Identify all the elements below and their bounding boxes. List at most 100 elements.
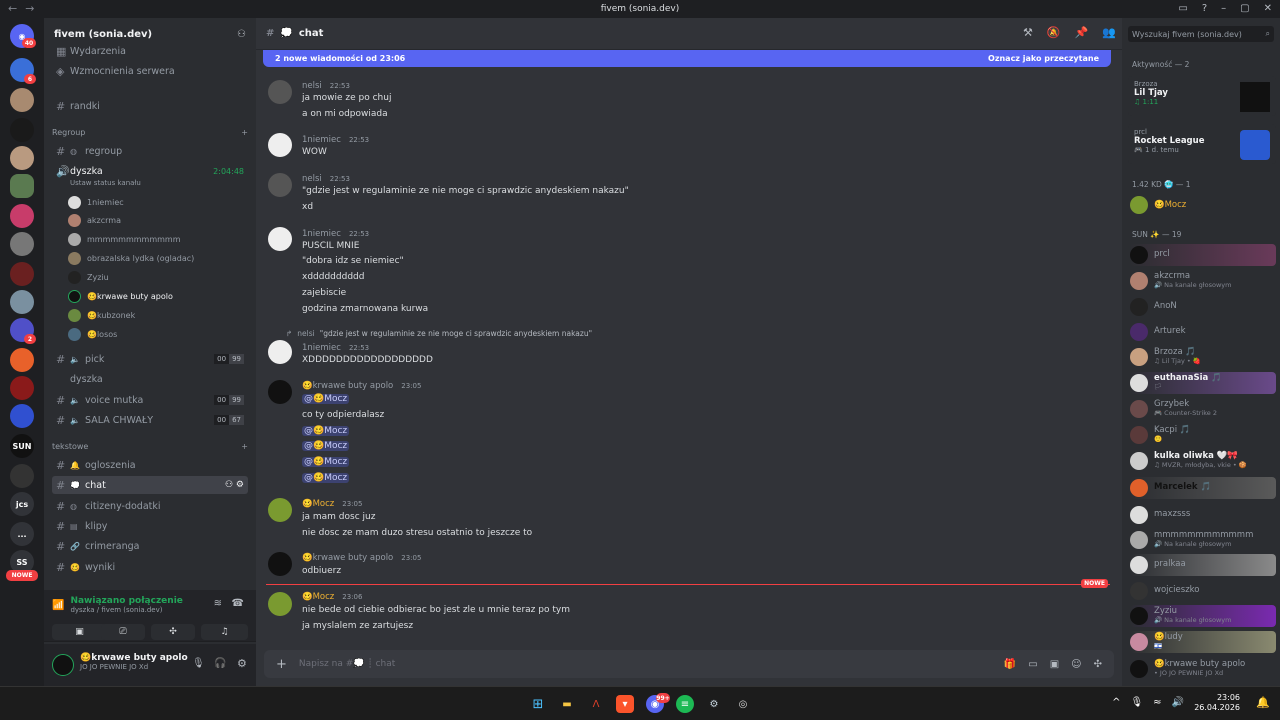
message-avatar[interactable] [268,340,292,364]
user-mention[interactable]: @🥴Mocz [302,473,350,483]
nowe-badge[interactable]: NOWE [6,570,38,581]
channel-crimeranga[interactable]: # 🔗 crimeranga [52,537,248,555]
screenshare-button[interactable]: ⎚ [101,624,145,640]
activity-card[interactable]: Brzoza Lil Tjay ♫ 1:11 [1128,76,1276,116]
server-icon[interactable] [10,464,34,488]
spotify-icon[interactable]: ≡ [676,695,694,713]
member-item[interactable]: pralkaa [1130,554,1276,576]
minimize-icon[interactable]: – [1221,3,1226,14]
voice-user[interactable]: 🥴losos [68,326,117,342]
channel-klipy[interactable]: # ▤ klipy [52,517,248,535]
message-author[interactable]: 🥴krwawe buty apolo [302,381,393,391]
boosts-item[interactable]: ◈ Wzmocnienia serwera [52,62,248,80]
voice-user[interactable]: obrazalska lydka (ogladac) [68,250,194,266]
server-icon[interactable] [10,232,34,256]
member-item[interactable]: Grzybek 🎮 Counter-Strike 2 [1130,398,1276,420]
user-avatar[interactable] [52,654,74,676]
voice-channel-sala[interactable]: # 🔈 SALA CHWAŁY 00 67 [52,411,248,429]
pin-icon[interactable]: 📌 [1075,26,1089,39]
message-avatar[interactable] [268,380,292,404]
member-item[interactable]: 🥴ludy 🇮🇱 [1130,631,1276,653]
message-author[interactable]: nelsi [302,81,322,91]
activity-card[interactable]: prcl Rocket League 🎮 1 d. temu [1128,124,1276,164]
message-avatar[interactable] [268,173,292,197]
gif-icon[interactable]: ▭ [1028,659,1037,670]
file-explorer-icon[interactable]: ▬ [558,695,576,713]
server-icon-jcs[interactable]: jcs [10,492,34,516]
volume-icon[interactable]: 🔊 [1172,697,1184,708]
inbox-icon[interactable]: ▭ [1178,3,1187,14]
settings-gear-icon[interactable]: ⚙ [237,657,247,670]
member-item[interactable]: akzcrma 🔊 Na kanale głosowym [1130,270,1276,292]
message-avatar[interactable] [268,552,292,576]
server-icon-sun[interactable]: SUN [10,434,34,458]
voice-user[interactable]: Zyziu [68,269,109,285]
voice-channel-dyszka[interactable]: 🔊 dyszka 2:04:48 [52,162,248,180]
sticker-icon[interactable]: ▣ [1050,659,1059,670]
voice-user[interactable]: 1niemiec [68,194,124,210]
user-mention[interactable]: @🥴Mocz [302,441,350,451]
adobe-icon[interactable]: Λ [587,695,605,713]
user-info[interactable]: 🥴krwawe buty apolo JO JO PEWNIE JO Xd [80,653,188,671]
attach-plus-icon[interactable]: + [276,657,287,672]
brave-browser-icon[interactable]: ▾ [616,695,634,713]
voice-user[interactable]: 🥴kubzonek [68,307,135,323]
channel-citizeny[interactable]: # ◍ citizeny-dodatki [52,497,248,515]
member-item[interactable]: AnoN [1130,296,1276,318]
reply-preview[interactable]: ↱ nelsi "gdzie jest w regulaminie ze nie… [286,329,592,338]
camera-button[interactable]: ▣ [52,624,107,640]
server-icon[interactable] [10,404,34,428]
channel-ogloszenia[interactable]: # 🔔 ogloszenia [52,456,248,474]
mute-bell-icon[interactable]: 🔕 [1047,26,1061,39]
member-item[interactable]: wojcieszko [1130,580,1276,602]
add-channel-icon[interactable]: + [241,442,248,451]
member-item[interactable]: maxzsss [1130,504,1276,526]
member-list-icon[interactable]: 👥 [1102,26,1116,39]
message-avatar[interactable] [268,227,292,251]
member-item[interactable]: euthanaSia 🎵 🏳 [1130,372,1276,394]
voice-user[interactable]: akzcrma [68,212,121,228]
user-mention[interactable]: @🥴Mocz [302,426,350,436]
microphone-icon[interactable]: 🎙 [192,658,205,669]
message-author[interactable]: nelsi [302,174,322,184]
gift-icon[interactable]: 🎁 [1004,659,1016,670]
message-author[interactable]: 1niemiec [302,229,341,239]
wifi-icon[interactable]: ≈ [1153,697,1161,708]
member-item[interactable]: Marcelek 🎵 [1130,477,1276,499]
voice-channel-mutka[interactable]: # 🔈 voice mutka 00 99 [52,391,248,409]
server-icon[interactable] [10,348,34,372]
maximize-icon[interactable]: ▢ [1240,3,1249,14]
user-mention[interactable]: @🥴Mocz [302,394,350,404]
close-icon[interactable]: ✕ [1264,3,1272,14]
soundboard-button[interactable]: ♫ [201,624,248,640]
category-regroup[interactable]: Regroup + [52,128,248,137]
channel-regroup[interactable]: # ◍ regroup [52,142,248,160]
message-author[interactable]: 🥴Mocz [302,592,334,602]
member-item[interactable]: Kacpi 🎵 🙂 [1130,424,1276,446]
channel-randki[interactable]: # randki [52,97,248,115]
app-icon[interactable]: ◎ [734,695,752,713]
help-icon[interactable]: ? [1202,3,1207,14]
message-author[interactable]: 1niemiec [302,343,341,353]
server-icon-fivem[interactable] [10,174,34,198]
message-avatar[interactable] [268,592,292,616]
tray-chevron-icon[interactable]: ^ [1112,697,1120,708]
member-item[interactable]: Brzoza 🎵 ♫ Lil Tjay • 🍓 [1130,346,1276,368]
server-icon[interactable] [10,118,34,142]
new-messages-bar[interactable]: 2 nowe wiadomości od 23:06 Oznacz jako p… [263,50,1111,67]
noise-suppression-icon[interactable]: ≋ [214,598,222,609]
channel-status[interactable]: Ustaw status kanału [70,179,141,187]
steam-icon[interactable]: ⚙ [705,695,723,713]
system-clock[interactable]: 23:06 26.04.2026 [1194,693,1240,714]
message-composer[interactable]: + Napisz na #💭 ┊ chat 🎁 ▭ ▣ ☺ ✣ [264,650,1114,678]
member-item[interactable]: prcl [1130,244,1276,266]
server-icon[interactable] [10,376,34,400]
message-input[interactable]: Napisz na #💭 ┊ chat [299,659,395,669]
disconnect-icon[interactable]: ☎ [232,598,244,609]
server-icon-more[interactable]: ... [10,522,34,546]
member-item[interactable]: Zyziu 🔊 Na kanale głosowym [1130,605,1276,627]
message-author[interactable]: 🥴Mocz [302,499,334,509]
search-input[interactable]: Wyszukaj fivem (sonia.dev) ⌕ [1128,26,1274,42]
channel-wyniki[interactable]: # 🥴 wyniki [52,558,248,576]
member-item[interactable]: mmmmmmmmmmmm 🔊 Na kanale głosowym [1130,529,1276,551]
